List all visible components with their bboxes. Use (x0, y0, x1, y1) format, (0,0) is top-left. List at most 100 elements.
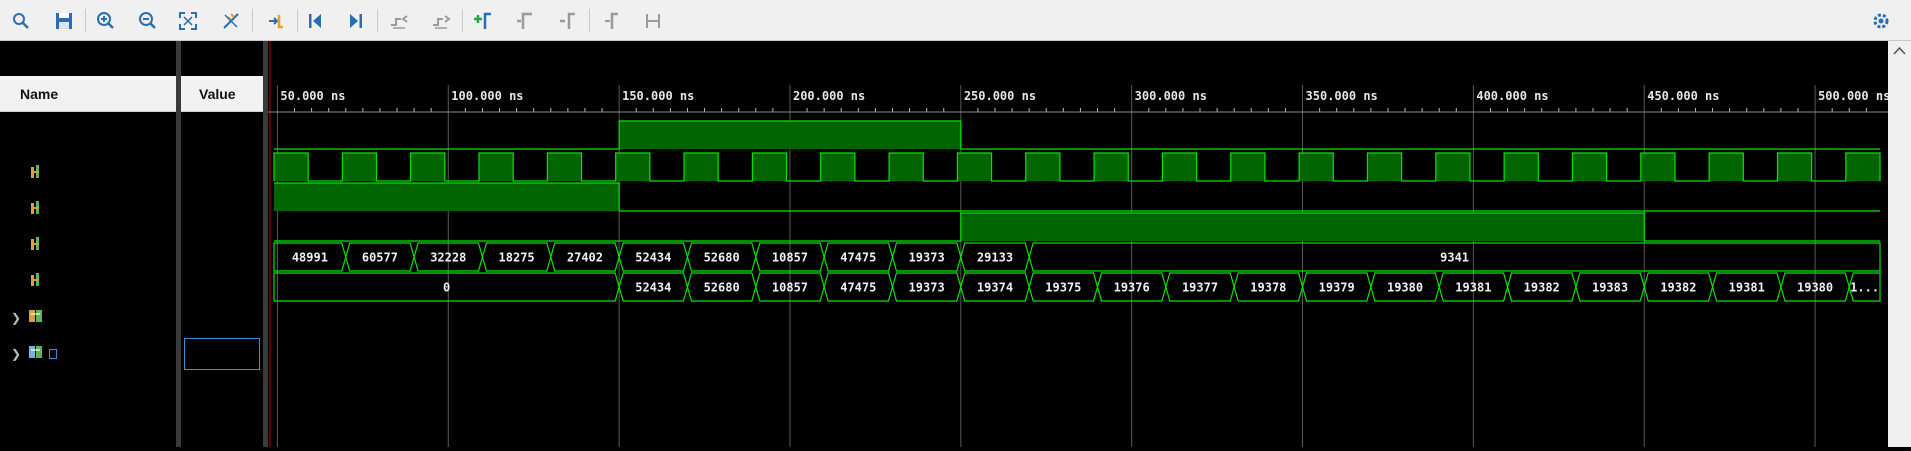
dout-bus-value: 19375 (1045, 281, 1081, 295)
clk-high-region (479, 153, 514, 181)
expand-chevron-icon[interactable]: ❯ (11, 311, 21, 325)
dout-bus-value: 19383 (1592, 281, 1628, 295)
value-column-header[interactable]: Value (181, 76, 263, 112)
clk-high-region (1367, 153, 1402, 181)
clk-waveform[interactable] (273, 152, 1881, 182)
dout-bus-value: 19374 (977, 281, 1013, 295)
time-ruler-label: 200.000 ns (793, 89, 865, 103)
clk-high-region (342, 153, 377, 181)
name-column-header[interactable]: Name (0, 76, 176, 112)
dout-bus-value: 19381 (1729, 281, 1765, 295)
snap-to-transition-button[interactable] (641, 9, 665, 33)
loadin-bus-value: 32228 (430, 251, 466, 265)
waveform-canvas[interactable]: 50.000 ns 100.000 ns 150.000 ns 200.000 ns 2… (268, 41, 1890, 447)
signal-row-loadin[interactable]: ❯ (0, 300, 176, 336)
wr-waveform[interactable] (274, 120, 1880, 150)
go-to-end-button[interactable] (344, 9, 368, 33)
save-icon (56, 13, 72, 29)
toolbar-separator (377, 9, 378, 32)
search-icon (13, 13, 29, 29)
go-to-time-zero-icon (269, 15, 283, 29)
signal-row-rst[interactable] (0, 228, 176, 264)
previous-transition-button[interactable] (387, 9, 411, 33)
dout-bus-value: 19373 (909, 281, 945, 295)
signal-value-rst (181, 228, 263, 264)
loadin-bus-value: 10857 (772, 251, 808, 265)
signal-row-up[interactable] (0, 264, 176, 300)
swap-cursors-button[interactable] (599, 9, 623, 33)
dout-bus-value: 19380 (1797, 281, 1833, 295)
clk-high-region (752, 153, 787, 181)
toolbar-separator (252, 9, 253, 32)
zoom-out-button[interactable] (136, 9, 160, 33)
next-marker-icon (560, 12, 575, 29)
clk-high-region (1845, 153, 1880, 181)
clk-high-region (1640, 153, 1675, 181)
clk-high-region (547, 153, 582, 181)
clk-high-region (1162, 153, 1197, 181)
clk-high-region (1025, 153, 1060, 181)
go-to-start-icon (309, 14, 321, 28)
loadin-bus-value: 60577 (362, 251, 398, 265)
clk-high-region (1094, 153, 1129, 181)
wr-high-region (619, 121, 961, 149)
time-ruler-label: 350.000 ns (1306, 89, 1378, 103)
bus-signal-icon (29, 346, 42, 358)
dout-bus-value: 0 (443, 281, 450, 295)
bit-signal-icon (31, 273, 39, 286)
dout-bus-value: 19379 (1319, 281, 1355, 295)
value-panel-top-spacer (181, 41, 263, 76)
zoom-fit-button[interactable] (176, 9, 200, 33)
signal-row-dout[interactable]: ❯ (0, 336, 176, 372)
vertical-scrollbar[interactable] (1888, 41, 1911, 447)
add-marker-icon (474, 12, 491, 29)
waveform-toolbar (0, 0, 1911, 41)
signal-value-dout[interactable] (184, 338, 260, 370)
dout-bus-value: 10857 (772, 281, 808, 295)
swap-cursors-icon (605, 12, 618, 29)
time-ruler-label: 400.000 ns (1476, 89, 1548, 103)
previous-marker-button[interactable] (513, 9, 537, 33)
dout-bus-value: 19376 (1114, 281, 1150, 295)
next-marker-button[interactable] (556, 9, 580, 33)
loadin-bus-value: 52680 (704, 251, 740, 265)
expand-chevron-icon[interactable]: ❯ (11, 347, 21, 361)
previous-transition-icon (391, 15, 408, 29)
dout-bus-value: 19380 (1387, 281, 1423, 295)
toolbar-separator (297, 9, 298, 32)
signal-row-wr[interactable] (0, 156, 176, 192)
zoom-to-cursor-button[interactable] (219, 9, 243, 33)
bit-signal-icon (31, 165, 39, 178)
waveform-svg[interactable]: 50.000 ns 100.000 ns 150.000 ns 200.000 ns 2… (268, 41, 1890, 447)
loadin-bus-value: 48991 (292, 251, 328, 265)
loadin-bus-value: 52434 (635, 251, 671, 265)
signal-value-clk (181, 192, 263, 228)
scroll-up-icon[interactable] (1888, 41, 1911, 61)
signal-row-clk[interactable] (0, 192, 176, 228)
go-to-time-zero-button[interactable] (264, 9, 288, 33)
next-transition-button[interactable] (429, 9, 453, 33)
save-button[interactable] (52, 9, 76, 33)
toolbar-separator (589, 9, 590, 32)
search-button[interactable] (9, 9, 33, 33)
signal-value-up (181, 264, 263, 300)
bus-signal-icon (29, 310, 42, 322)
settings-button[interactable] (1869, 9, 1893, 33)
time-ruler-label: 300.000 ns (1135, 89, 1207, 103)
clk-high-region (1299, 153, 1334, 181)
clk-high-region (1435, 153, 1470, 181)
dout-bus-value: 52680 (704, 281, 740, 295)
time-ruler-label: 50.000 ns (280, 89, 345, 103)
dout-bus-value: 19382 (1660, 281, 1696, 295)
go-to-start-button[interactable] (303, 9, 327, 33)
loadin-bus-value: 47475 (840, 251, 876, 265)
bit-signal-icon (31, 237, 39, 250)
dout-bus-value: 1... (1850, 281, 1879, 295)
previous-marker-icon (517, 12, 532, 29)
zoom-in-button[interactable] (94, 9, 118, 33)
add-marker-button[interactable] (471, 9, 495, 33)
clk-high-region (684, 153, 719, 181)
signal-value-wr (181, 156, 263, 192)
zoom-fit-icon (179, 12, 197, 30)
clk-high-region (889, 153, 924, 181)
